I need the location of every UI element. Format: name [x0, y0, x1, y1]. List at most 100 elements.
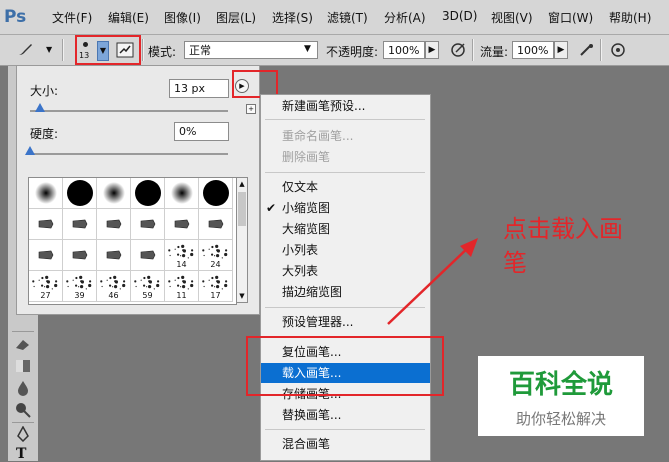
menu-file[interactable]: 文件(F)	[52, 9, 92, 26]
menu-view[interactable]: 视图(V)	[491, 9, 533, 26]
size-input[interactable]: 13 px	[169, 79, 229, 98]
menu-image[interactable]: 图像(I)	[164, 9, 201, 26]
hardness-slider[interactable]	[30, 153, 228, 155]
size-slider[interactable]	[30, 110, 228, 112]
menu-select[interactable]: 选择(S)	[272, 9, 313, 26]
watermark-logo: 百科全说 助你轻松解决	[478, 356, 644, 436]
brush-grid-scrollbar[interactable]: ▲ ▼	[236, 177, 248, 303]
menu-item-new-brush-preset[interactable]: 新建画笔预设...	[261, 96, 430, 116]
opacity-label: 不透明度:	[326, 45, 379, 59]
brush-preset-cell[interactable]	[63, 209, 97, 240]
brush-tip-hard-icon	[67, 180, 93, 206]
brush-preset-cell[interactable]	[97, 209, 131, 240]
photoshop-logo: Ps	[4, 7, 27, 27]
brush-preset-cell[interactable]	[29, 178, 63, 209]
brush-preset-size: 59	[142, 291, 153, 300]
separator	[12, 422, 34, 423]
menu-item-label: 大缩览图	[282, 222, 331, 236]
brush-preset-cell[interactable]	[97, 240, 131, 271]
pressure-size-icon[interactable]	[610, 42, 628, 58]
pen-tool-icon[interactable]	[14, 426, 32, 442]
brush-preset-cell[interactable]	[165, 209, 199, 240]
brush-preset-cell[interactable]	[63, 240, 97, 271]
highlight-box-load-brushes	[246, 336, 444, 396]
brush-preset-cell[interactable]	[131, 240, 165, 271]
menu-item-label: 大列表	[282, 264, 319, 278]
menu-3d[interactable]: 3D(D)	[442, 9, 477, 23]
tool-preset-arrow-icon[interactable]: ▼	[46, 45, 52, 54]
menu-window[interactable]: 窗口(W)	[548, 9, 593, 26]
brush-preset-cell[interactable]	[165, 178, 199, 209]
menu-help[interactable]: 帮助(H)	[609, 9, 651, 26]
pressure-opacity-icon[interactable]	[450, 42, 468, 58]
brush-preset-cell[interactable]: 24	[199, 240, 233, 271]
menu-item-label: 重命名画笔...	[282, 129, 354, 143]
menu-layer[interactable]: 图层(L)	[216, 9, 256, 26]
menu-analysis[interactable]: 分析(A)	[384, 9, 426, 26]
brush-preset-cell[interactable]	[131, 209, 165, 240]
watermark-title: 百科全说	[508, 370, 613, 400]
eraser-tool-icon[interactable]	[14, 336, 32, 352]
separator	[265, 429, 425, 430]
separator	[142, 39, 144, 61]
brush-preset-cell[interactable]: 27	[29, 271, 63, 302]
annotation-arrow-icon	[387, 238, 478, 325]
brush-preset-cell[interactable]	[63, 178, 97, 209]
menu-filter[interactable]: 滤镜(T)	[327, 9, 368, 26]
brush-preset-cell[interactable]: 14	[165, 240, 199, 271]
menu-edit[interactable]: 编辑(E)	[108, 9, 149, 26]
gradient-tool-icon[interactable]	[14, 358, 32, 374]
brush-preset-cell[interactable]	[97, 178, 131, 209]
flow-label: 流量:	[480, 45, 509, 59]
mode-select[interactable]: 正常	[184, 41, 318, 59]
brush-preset-picker-panel: 大小: 13 px 硬度: 0% 14 24 27 39 46 59 11 17 ▲ ▼ ▶ …	[16, 65, 260, 315]
opacity-slider-button[interactable]: ▶	[425, 41, 439, 59]
menu-item-mixer-brushes[interactable]: 混合画笔	[261, 434, 430, 454]
scroll-down-icon[interactable]: ▼	[238, 291, 246, 301]
brush-preset-cell[interactable]: 46	[97, 271, 131, 302]
brush-preset-cell[interactable]	[29, 240, 63, 271]
brush-preset-cell[interactable]: 39	[63, 271, 97, 302]
annotation-line-1: 点击载入画	[503, 215, 623, 243]
new-preset-icon[interactable]: +	[246, 104, 256, 114]
separator	[265, 172, 425, 173]
brush-preset-cell[interactable]: 11	[165, 271, 199, 302]
hardness-slider-thumb[interactable]	[25, 146, 35, 155]
brush-preset-cell[interactable]: 17	[199, 271, 233, 302]
brush-tip-tip-icon	[208, 219, 224, 229]
scroll-up-icon[interactable]: ▲	[238, 179, 246, 189]
mode-label: 模式:	[148, 45, 177, 59]
brush-tip-tip-icon	[38, 219, 54, 229]
menu-item-label: 删除画笔	[282, 150, 331, 164]
blur-tool-icon[interactable]	[14, 380, 32, 396]
brush-preset-cell[interactable]	[29, 209, 63, 240]
menu-item-small-thumbnail[interactable]: ✔ 小缩览图	[261, 198, 430, 218]
hardness-input[interactable]: 0%	[174, 122, 229, 141]
menu-item-replace-brushes[interactable]: 替换画笔...	[261, 405, 430, 425]
brush-tip-tip-icon	[72, 219, 88, 229]
dodge-tool-icon[interactable]	[14, 402, 32, 418]
brush-tip-tip-icon	[140, 219, 156, 229]
brush-preset-cell[interactable]	[199, 209, 233, 240]
brush-preset-cell[interactable]	[131, 178, 165, 209]
brush-tip-soft-icon	[103, 182, 125, 204]
brush-preset-cell[interactable]	[199, 178, 233, 209]
menu-item-label: 小缩览图	[282, 201, 331, 215]
separator	[600, 39, 602, 61]
brush-preset-size: 39	[74, 291, 85, 300]
brush-preset-size: 11	[176, 291, 187, 300]
size-slider-thumb[interactable]	[34, 103, 45, 112]
menu-item-label: 混合画笔	[282, 437, 331, 451]
options-bar: ▼ 13 ▼ 模式: 正常 ▼ 不透明度: 100% ▶ 流量: 100% ▶	[0, 35, 669, 66]
scroll-thumb[interactable]	[238, 192, 246, 226]
airbrush-icon[interactable]	[578, 42, 596, 58]
flow-input[interactable]: 100%	[512, 41, 554, 59]
opacity-input[interactable]: 100%	[383, 41, 425, 59]
menu-item-text-only[interactable]: 仅文本	[261, 177, 430, 197]
brush-tip-tip-icon	[174, 219, 190, 229]
type-tool-icon[interactable]: T	[16, 446, 26, 462]
brush-tool-icon[interactable]	[16, 42, 34, 58]
brush-preset-cell[interactable]: 59	[131, 271, 165, 302]
separator	[62, 39, 64, 61]
flow-slider-button[interactable]: ▶	[554, 41, 568, 59]
